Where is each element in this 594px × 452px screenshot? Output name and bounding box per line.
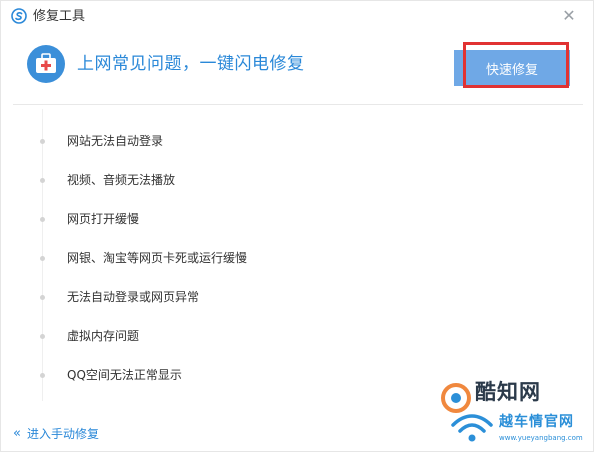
issue-label: 网页打开缓慢 bbox=[67, 212, 140, 226]
watermark-brand-secondary: 越车情官网 bbox=[499, 414, 574, 430]
watermark: 酷知网 越车情官网 www.yueyangbang.com bbox=[439, 375, 589, 449]
close-icon[interactable]: ✕ bbox=[561, 8, 577, 24]
list-item: 网页打开缓慢 bbox=[1, 207, 421, 231]
bullet-dot bbox=[40, 373, 45, 378]
watermark-url: www.yueyangbang.com bbox=[499, 434, 583, 442]
medical-kit-icon bbox=[27, 45, 65, 83]
wifi-icon bbox=[451, 414, 493, 442]
watermark-logo-icon bbox=[441, 383, 471, 413]
headline: 上网常见问题，一键闪电修复 bbox=[77, 54, 305, 74]
manual-repair-label: 进入手动修复 bbox=[26, 427, 99, 441]
double-chevron-left-icon: « bbox=[13, 426, 21, 441]
bullet-dot bbox=[40, 334, 45, 339]
quick-fix-button[interactable]: 快速修复 bbox=[454, 50, 570, 86]
repair-tool-window: 修复工具 ✕ 上网常见问题，一键闪电修复 快速修复 网站无法自动登录 视频、音频… bbox=[0, 0, 594, 452]
window-title: 修复工具 bbox=[33, 9, 86, 24]
watermark-brand-main: 酷知网 bbox=[475, 380, 541, 404]
title-bar: 修复工具 ✕ bbox=[1, 1, 593, 33]
list-item: 网站无法自动登录 bbox=[1, 129, 421, 153]
bullet-dot bbox=[40, 256, 45, 261]
list-item: 无法自动登录或网页异常 bbox=[1, 285, 421, 309]
list-item: 视频、音频无法播放 bbox=[1, 168, 421, 192]
issue-label: 网站无法自动登录 bbox=[67, 134, 164, 148]
issue-label: 无法自动登录或网页异常 bbox=[67, 290, 200, 304]
issue-list: 网站无法自动登录 视频、音频无法播放 网页打开缓慢 网银、淘宝等网页卡死或运行缓… bbox=[1, 105, 593, 405]
bullet-dot bbox=[40, 139, 45, 144]
issue-label: 虚拟内存问题 bbox=[67, 329, 140, 343]
bullet-dot bbox=[40, 295, 45, 300]
list-item: QQ空间无法正常显示 bbox=[1, 363, 421, 387]
manual-repair-link[interactable]: « 进入手动修复 bbox=[13, 425, 99, 443]
issue-label: 网银、淘宝等网页卡死或运行缓慢 bbox=[67, 251, 248, 265]
header-section: 上网常见问题，一键闪电修复 快速修复 bbox=[1, 33, 593, 103]
bullet-dot bbox=[40, 217, 45, 222]
bullet-dot bbox=[40, 178, 45, 183]
list-item: 网银、淘宝等网页卡死或运行缓慢 bbox=[1, 246, 421, 270]
issue-label: 视频、音频无法播放 bbox=[67, 173, 176, 187]
list-item: 虚拟内存问题 bbox=[1, 324, 421, 348]
browser-logo-icon bbox=[11, 8, 27, 24]
issue-label: QQ空间无法正常显示 bbox=[67, 368, 182, 382]
